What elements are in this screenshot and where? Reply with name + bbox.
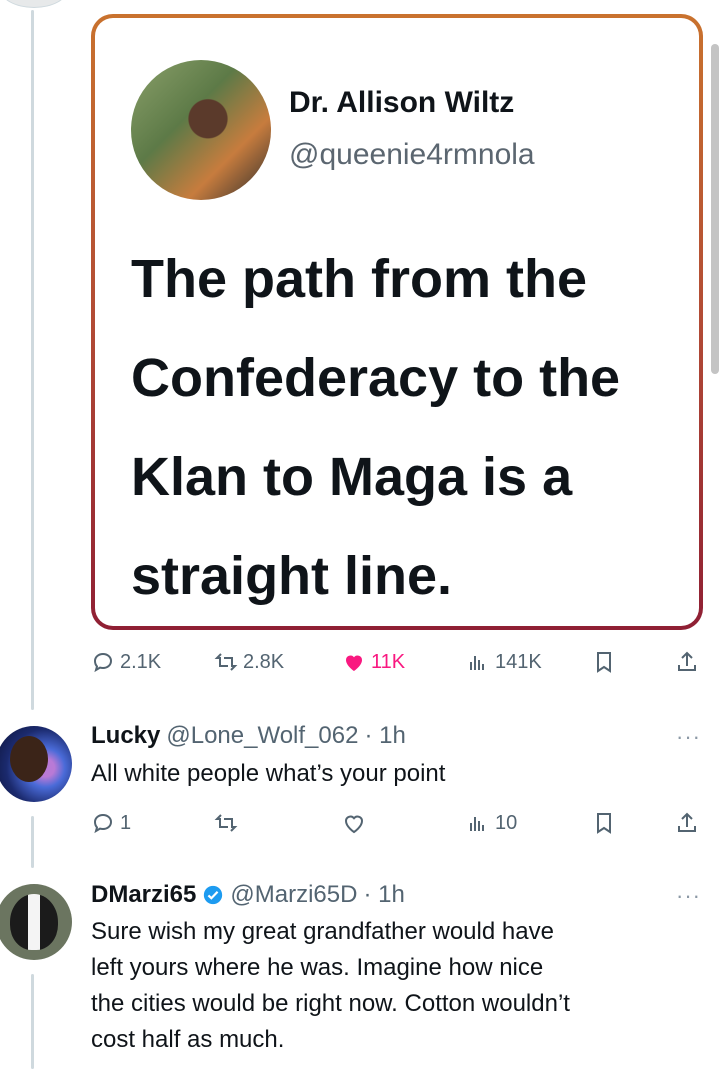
quote-image: Dr. Allison Wiltz @queenie4rmnola The pa… [95, 18, 699, 626]
reply-text-line: Sure wish my great grandfather would hav… [91, 918, 554, 945]
card-author-name: Dr. Allison Wiltz [289, 86, 515, 119]
card-quote-text: The path from the Confederacy to the Kla… [131, 249, 621, 606]
more-options-icon[interactable]: ··· [676, 883, 701, 909]
reply-author-handle[interactable]: @Marzi65D [230, 881, 357, 909]
reply-author-name[interactable]: DMarzi65 [91, 881, 196, 909]
retweet-button[interactable] [214, 811, 238, 835]
verified-badge-icon [204, 885, 223, 905]
scrollbar[interactable] [711, 44, 719, 374]
share-icon [678, 812, 696, 832]
views-count: 141K [495, 650, 542, 673]
reply-author-name[interactable]: Lucky [91, 722, 160, 750]
reply-timestamp[interactable]: · 1h [363, 881, 404, 909]
more-options-icon[interactable]: ··· [676, 724, 701, 750]
reply-count: 1 [120, 811, 132, 834]
thread-line [31, 974, 34, 1069]
reply-icon [93, 652, 113, 673]
views-button[interactable]: 10 [466, 811, 517, 835]
reply-text-line: left yours where he was. Imagine how nic… [91, 954, 544, 981]
reply-button[interactable]: 1 [91, 811, 131, 835]
views-icon [470, 656, 484, 670]
heart-filled-icon [346, 655, 362, 671]
reply-text: Sure wish my great grandfather would hav… [91, 914, 701, 1058]
avatar[interactable] [0, 884, 72, 960]
reply-icon [93, 813, 113, 834]
reply-button[interactable]: 2.1K [91, 650, 161, 674]
bookmark-icon [597, 652, 611, 673]
reply-count: 2.1K [120, 650, 162, 673]
reply-header: DMarzi65 @Marzi65D · 1h [91, 881, 405, 909]
views-icon [470, 817, 484, 831]
retweet-icon [214, 653, 238, 671]
thread-line [31, 816, 34, 868]
bookmark-icon [597, 813, 611, 834]
card-author-handle: @queenie4rmnola [289, 138, 535, 171]
views-button[interactable]: 141K [466, 650, 542, 674]
views-count: 10 [495, 811, 518, 834]
retweet-icon [214, 814, 238, 832]
share-button[interactable] [675, 811, 699, 835]
like-button[interactable]: 11K [342, 650, 405, 674]
retweet-count: 2.8K [243, 650, 285, 673]
share-button[interactable] [675, 650, 699, 674]
heart-icon [344, 815, 364, 834]
reply-text-line: cost half as much. [91, 1026, 285, 1053]
bookmark-button[interactable] [592, 811, 616, 835]
reply-timestamp[interactable]: · 1h [364, 722, 405, 750]
reply-text-line: the cities would be right now. Cotton wo… [91, 990, 570, 1017]
reply-author-handle[interactable]: @Lone_Wolf_062 [166, 722, 358, 750]
thread-line [31, 10, 34, 710]
share-icon [678, 651, 696, 671]
previous-avatar[interactable] [0, 0, 68, 8]
reply-text: All white people what’s your point [91, 760, 446, 787]
card-author-avatar [131, 60, 271, 200]
like-button[interactable] [342, 811, 366, 835]
reply-header: Lucky @Lone_Wolf_062 · 1h [91, 722, 406, 750]
bookmark-button[interactable] [592, 650, 616, 674]
like-count: 11K [371, 650, 406, 673]
avatar[interactable] [0, 726, 72, 802]
retweet-button[interactable]: 2.8K [214, 650, 284, 674]
tweet-image-card[interactable]: Dr. Allison Wiltz @queenie4rmnola The pa… [91, 14, 703, 630]
